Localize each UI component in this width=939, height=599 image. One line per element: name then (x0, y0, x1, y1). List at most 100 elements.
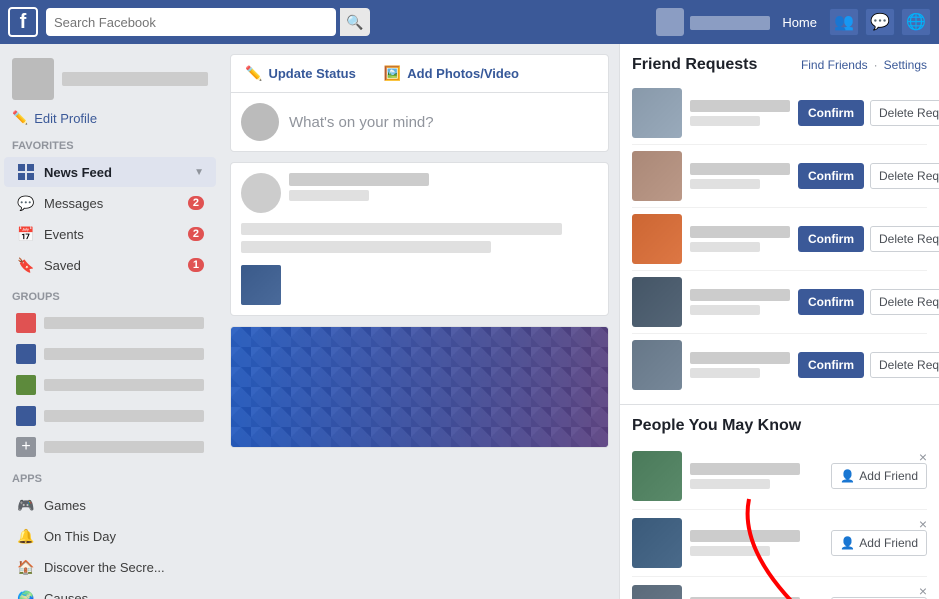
friend-requests-section: Friend Requests Find Friends · Settings … (620, 44, 939, 405)
pymk1-meta (690, 479, 770, 489)
fr2-confirm-button[interactable]: Confirm (798, 163, 864, 189)
sidebar-item-events[interactable]: 📅 Events 2 (4, 219, 216, 249)
pymk2-name (690, 530, 800, 542)
sidebar-item-group4[interactable] (4, 401, 216, 431)
fr3-delete-button[interactable]: Delete Request (870, 226, 939, 252)
messages-badge: 2 (188, 196, 204, 210)
fr5-actions: Confirm Delete Request (798, 352, 939, 378)
messages-icon: 💬 (16, 193, 36, 213)
composer-placeholder[interactable]: What's on your mind? (289, 114, 434, 131)
friend-requests-links: Find Friends · Settings (801, 58, 927, 72)
fr4-delete-button[interactable]: Delete Request (870, 289, 939, 315)
sidebar-item-on-this-day[interactable]: 🔔 On This Day (4, 521, 216, 551)
group-add-icon: + (16, 437, 36, 457)
facebook-logo: f (8, 7, 38, 37)
post-composer: ✏️ Update Status 🖼️ Add Photos/Video Wha… (230, 54, 609, 152)
sidebar-item-saved[interactable]: 🔖 Saved 1 (4, 250, 216, 280)
fr5-meta (690, 368, 760, 378)
events-label: Events (44, 227, 180, 242)
search-button[interactable]: 🔍 (340, 8, 370, 36)
friend-request-item-4: Confirm Delete Request (632, 271, 927, 334)
saved-label: Saved (44, 258, 180, 273)
update-status-label: Update Status (268, 66, 355, 81)
fr2-delete-button[interactable]: Delete Request (870, 163, 939, 189)
composer-avatar (241, 103, 279, 141)
fr3-info (690, 226, 790, 252)
search-input[interactable] (46, 8, 336, 36)
fr2-avatar (632, 151, 682, 201)
fr4-name (690, 289, 790, 301)
news-feed-label: News Feed (44, 165, 186, 180)
sidebar-item-causes[interactable]: 🌍 Causes (4, 583, 216, 599)
apps-section-label: APPS (0, 463, 220, 489)
sidebar-item-games[interactable]: 🎮 Games (4, 490, 216, 520)
post-1-meta (289, 173, 598, 213)
feed-post-2 (230, 326, 609, 448)
find-friends-link[interactable]: Find Friends (801, 58, 868, 72)
pymk2-close-button[interactable]: × (919, 516, 927, 532)
nav-username (690, 14, 770, 30)
fr2-info (690, 163, 790, 189)
discover-label: Discover the Secre... (44, 560, 204, 575)
pymk2-add-friend-button[interactable]: 👤 Add Friend (831, 530, 927, 556)
pymk1-avatar (632, 451, 682, 501)
pymk1-name (690, 463, 800, 475)
add-photos-label: Add Photos/Video (407, 66, 519, 81)
add-photos-tab[interactable]: 🖼️ Add Photos/Video (370, 55, 533, 92)
nav-avatar (656, 8, 684, 36)
pymk2-add-friend-icon: 👤 (840, 536, 855, 550)
add-photos-icon: 🖼️ (384, 65, 401, 82)
pymk-item-3: 👤 Add Friend × (632, 577, 927, 599)
discover-icon: 🏠 (16, 557, 36, 577)
sidebar-item-group2[interactable] (4, 339, 216, 369)
composer-tabs: ✏️ Update Status 🖼️ Add Photos/Video (231, 55, 608, 93)
sidebar-profile[interactable] (0, 52, 220, 106)
pymk-item-2: 👤 Add Friend × (632, 510, 927, 577)
home-link[interactable]: Home (776, 11, 823, 34)
messages-nav-icon[interactable]: 💬 (865, 8, 895, 36)
sidebar-item-news-feed[interactable]: News Feed ▼ (4, 157, 216, 187)
sidebar-item-group1[interactable] (4, 308, 216, 338)
fr1-info (690, 100, 790, 126)
post-1-avatar (241, 173, 281, 213)
fr2-meta (690, 179, 760, 189)
events-badge: 2 (188, 227, 204, 241)
post-1-images (231, 265, 608, 315)
fr1-avatar (632, 88, 682, 138)
fr5-delete-button[interactable]: Delete Request (870, 352, 939, 378)
events-icon: 📅 (16, 224, 36, 244)
fr4-avatar (632, 277, 682, 327)
fr4-meta (690, 305, 760, 315)
edit-profile-icon: ✏️ (12, 110, 28, 126)
group2-name (44, 348, 204, 360)
fr3-confirm-button[interactable]: Confirm (798, 226, 864, 252)
post-1-thumbnail (241, 265, 281, 305)
friends-nav-icon[interactable]: 👥 (829, 8, 859, 36)
composer-input-area[interactable]: What's on your mind? (231, 93, 608, 151)
friend-request-item-2: Confirm Delete Request (632, 145, 927, 208)
fr-settings-link[interactable]: Settings (884, 58, 927, 72)
fr1-actions: Confirm Delete Request (798, 100, 939, 126)
fr5-confirm-button[interactable]: Confirm (798, 352, 864, 378)
edit-profile-item[interactable]: ✏️ Edit Profile (0, 106, 220, 130)
sidebar-item-group-add[interactable]: + (4, 432, 216, 462)
notifications-nav-icon[interactable]: 🌐 (901, 8, 931, 36)
fr2-name (690, 163, 790, 175)
pymk3-avatar (632, 585, 682, 599)
pymk1-add-friend-button[interactable]: 👤 Add Friend (831, 463, 927, 489)
sidebar-profile-avatar (12, 58, 54, 100)
update-status-tab[interactable]: ✏️ Update Status (231, 55, 370, 92)
sidebar-item-discover[interactable]: 🏠 Discover the Secre... (4, 552, 216, 582)
pymk1-close-button[interactable]: × (919, 449, 927, 465)
fr1-delete-button[interactable]: Delete Request (870, 100, 939, 126)
fr4-confirm-button[interactable]: Confirm (798, 289, 864, 315)
fr3-meta (690, 242, 760, 252)
sidebar-item-messages[interactable]: 💬 Messages 2 (4, 188, 216, 218)
pymk3-close-button[interactable]: × (919, 583, 927, 599)
main-layout: ✏️ Edit Profile FAVORITES News Feed ▼ 💬 … (0, 44, 939, 599)
fr1-confirm-button[interactable]: Confirm (798, 100, 864, 126)
fr5-avatar (632, 340, 682, 390)
sidebar-item-group3[interactable] (4, 370, 216, 400)
edit-profile-label: Edit Profile (34, 111, 97, 126)
fr4-actions: Confirm Delete Request (798, 289, 939, 315)
